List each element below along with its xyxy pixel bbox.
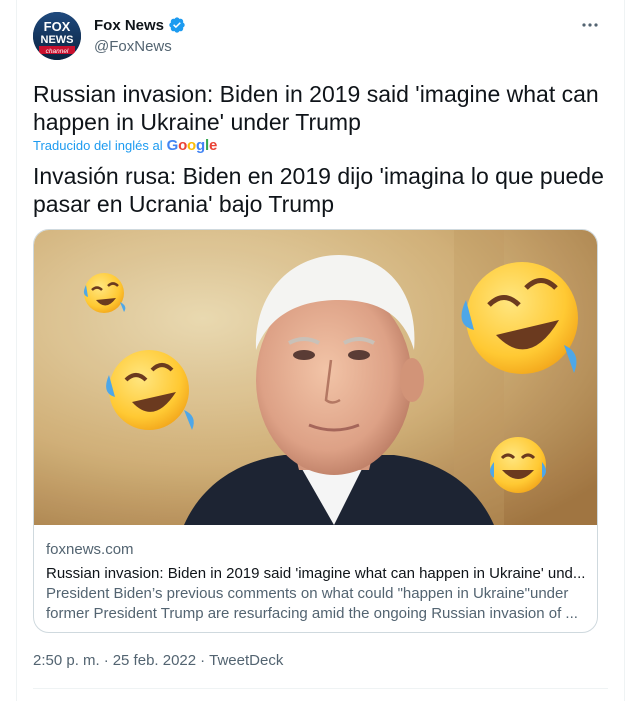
- tweet-translation: Invasión rusa: Biden en 2019 dijo 'imagi…: [33, 163, 604, 217]
- logo-text-news: NEWS: [41, 34, 74, 46]
- tweet-text: Russian invasion: Biden in 2019 said 'im…: [33, 81, 599, 135]
- fox-news-logo: FOX NEWS channel: [33, 12, 81, 60]
- more-horizontal-icon: [582, 23, 598, 27]
- link-description: President Biden’s previous comments on w…: [46, 585, 578, 622]
- avatar[interactable]: FOX NEWS channel: [33, 12, 81, 60]
- logo-text-fox: FOX: [44, 19, 71, 34]
- author-handle[interactable]: @FoxNews: [94, 38, 172, 55]
- translation-attribution[interactable]: Traducido del inglés al Google: [33, 137, 217, 154]
- author-name-row[interactable]: Fox News: [94, 16, 186, 34]
- meta-separator: ·: [103, 652, 109, 669]
- link-meta: foxnews.com Russian invasion: Biden in 2…: [46, 540, 586, 624]
- tears-of-joy-emoji: [490, 437, 546, 493]
- article-thumbnail: [34, 230, 597, 525]
- tweet-time[interactable]: 2:50 p. m.: [33, 652, 100, 669]
- more-button[interactable]: [576, 14, 604, 36]
- tweet-meta: 2:50 p. m. · 25 feb. 2022 · TweetDeck: [33, 652, 283, 669]
- link-title: Russian invasion: Biden in 2019 said 'im…: [46, 565, 586, 582]
- verified-badge-icon: [169, 17, 185, 33]
- logo-text-channel: channel: [46, 48, 69, 55]
- tweet-source[interactable]: TweetDeck: [209, 652, 283, 669]
- link-domain: foxnews.com: [46, 541, 134, 558]
- link-preview-card[interactable]: foxnews.com Russian invasion: Biden in 2…: [33, 229, 598, 633]
- google-logo: Google: [166, 137, 218, 154]
- translated-label: Traducido del inglés al: [33, 138, 163, 153]
- divider: [33, 688, 608, 689]
- tweet-date[interactable]: 25 feb. 2022: [113, 652, 196, 669]
- author-name[interactable]: Fox News: [94, 17, 164, 34]
- meta-separator-2: ·: [200, 652, 206, 669]
